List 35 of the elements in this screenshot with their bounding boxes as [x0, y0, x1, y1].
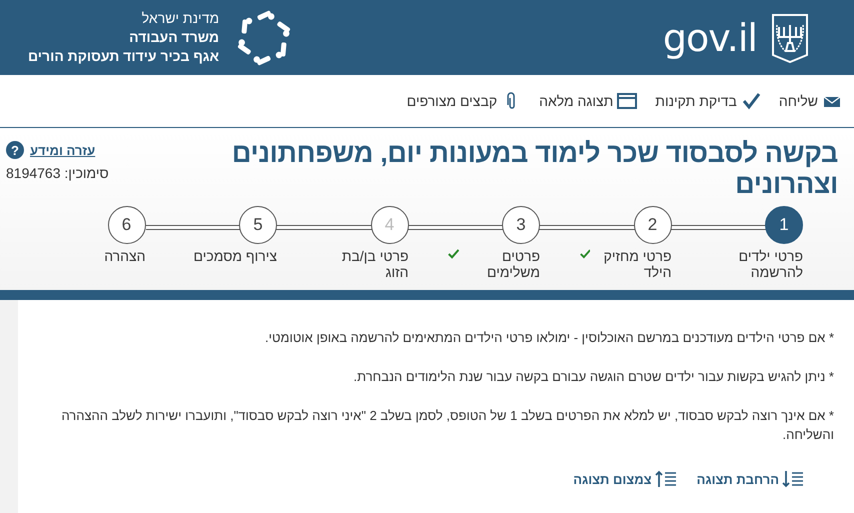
ministry-name: משרד העבודה [128, 28, 220, 47]
step-label: פרטי מחזיק הילד [602, 248, 672, 280]
toolbar-button[interactable]: קבצים מצורפים [406, 91, 522, 111]
step-label: צירוף מסמכים [194, 248, 277, 264]
help-icon[interactable]: ? [6, 141, 24, 159]
step-label: הצהרה [104, 248, 146, 264]
gov-logo-text: gov.il [662, 16, 757, 60]
step-circle[interactable]: 6 [108, 206, 146, 244]
expand-icon [782, 470, 804, 488]
page-title: בקשה לסבסוד שכר לימוד במעונות יום, משפחתונים וצהרונים [230, 138, 838, 200]
view-button[interactable]: צמצום תצוגה [573, 470, 677, 488]
state-emblem-icon [771, 12, 809, 62]
instruction-text: * ניתן להגיש בקשות עבור ילדים שטרם הוגשה עבורם בקשה עבור שנת הלימודים הנבחרת. [352, 368, 834, 386]
step-circle[interactable]: 2 [634, 206, 672, 244]
check-icon [580, 248, 590, 260]
step-label: פרטי ילדים להרשמה [738, 248, 803, 280]
step-circle[interactable]: 3 [502, 206, 540, 244]
toolbar-button[interactable]: תצוגה מלאה [539, 91, 638, 111]
step-label: פרטי בן/בת הזוג [340, 248, 408, 280]
toolbar-button[interactable]: בדיקת תקינות [655, 91, 761, 111]
step-label: פרטים משלימים [486, 248, 540, 280]
collapse-icon [654, 470, 677, 488]
ministry-name: מדינת ישראל [140, 9, 220, 28]
step-circle[interactable]: 5 [239, 206, 277, 244]
view-button[interactable]: הרחבת תצוגה [696, 470, 804, 488]
check-icon [448, 248, 460, 260]
instruction-text: * אם פרטי הילדים מעודכנים במרשם האוכלוסין - ימולאו פרטי הילדים המתאימים להרשמה באופן אוטומטי. [264, 329, 834, 347]
instruction-text: * אם אינך רוצה לבקש סבסוד, יש למלא את הפרטים בשלב 1 של הטופס, לסמן בשלב 2 "איני רוצה לבקש סבסוד", ותועברו ישירות לשלב ההצהרה והשליחה. [60, 407, 834, 444]
help-link[interactable]: עזרה ומידע [30, 142, 96, 158]
reference-number: סימוכין: 8194763 [6, 165, 109, 181]
window-icon [617, 91, 638, 111]
step-circle[interactable]: 1 [765, 206, 803, 244]
toolbar-button[interactable]: שליחה [778, 91, 842, 111]
ministry-name: אגף בכיר עידוד תעסוקת הורים [28, 47, 220, 66]
check-icon [740, 91, 761, 111]
